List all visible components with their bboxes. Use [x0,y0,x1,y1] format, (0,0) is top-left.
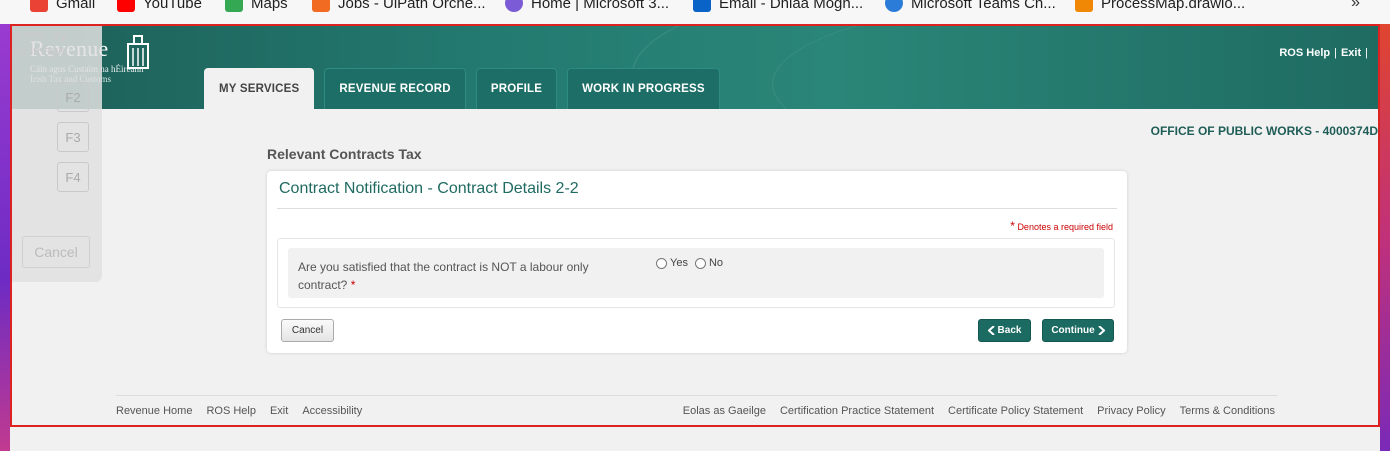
footer-cps-link[interactable]: Certification Practice Statement [780,405,934,417]
header-decoration-2 [772,24,1378,109]
yes-label[interactable]: Yes [670,257,688,269]
contract-details-panel: Contract Notification - Contract Details… [267,171,1127,353]
tab-profile[interactable]: PROFILE [475,68,558,109]
question-text: Are you satisfied that the contract is N… [298,260,589,292]
tab-work-in-progress[interactable]: WORK IN PROGRESS [567,68,720,109]
uipath-icon [312,0,330,12]
chevron-right-icon [1097,326,1105,335]
bookmark-youtube[interactable]: YouTube [117,0,202,12]
question-label: Are you satisfied that the contract is N… [298,258,628,294]
screen-edge-left [0,24,10,451]
f4-key[interactable]: F4 [57,162,89,192]
bookmarks-more-icon[interactable]: » [1351,0,1360,12]
main-tabs: MY SERVICES REVENUE RECORD PROFILE WORK … [204,68,720,124]
panel-title: Contract Notification - Contract Details… [279,180,579,197]
footer-ros-help-link[interactable]: ROS Help [206,405,256,417]
tab-my-services[interactable]: MY SERVICES [204,68,315,124]
footer-links-right: Eolas as Gaeilge Certification Practice … [683,405,1275,417]
continue-button[interactable]: Continue [1042,319,1114,342]
gmail-icon [30,0,48,12]
question-row: Are you satisfied that the contract is N… [288,248,1104,298]
cancel-button[interactable]: Cancel [281,319,334,342]
no-label[interactable]: No [709,257,723,269]
bookmark-microsoft-home[interactable]: Home | Microsoft 3... [505,0,669,12]
tab-revenue-record[interactable]: REVENUE RECORD [324,68,466,109]
header-links: ROS Help | Exit | [1279,47,1368,59]
required-star: * [1010,219,1015,233]
overlay-hint-text: ghted, try he image [12,27,66,59]
yes-radio[interactable] [656,257,667,269]
maps-icon [225,0,243,12]
overlay-hint-line1: ghted, try [12,27,67,42]
exit-link[interactable]: Exit [1341,47,1361,59]
footer-privacy-link[interactable]: Privacy Policy [1097,405,1165,417]
f2-key[interactable]: F2 [57,82,89,112]
yes-no-radio-group: Yes No [656,257,723,269]
bookmark-gmail[interactable]: Gmail [30,0,95,12]
link-separator: | [1365,47,1368,59]
footer-cert-policy-link[interactable]: Certificate Policy Statement [948,405,1083,417]
bookmark-maps[interactable]: Maps [225,0,288,12]
back-button[interactable]: Back [978,319,1031,342]
overlay-cancel-button[interactable]: Cancel [22,236,90,268]
bookmark-processmap[interactable]: ProcessMap.drawio... [1075,0,1245,12]
ros-page-frame: Revenue Cáin agus Custaim na hÉireann Ir… [10,24,1380,427]
screen-edge-right [1380,24,1390,451]
footer-gaeilge-link[interactable]: Eolas as Gaeilge [683,405,766,417]
bookmark-teams[interactable]: Microsoft Teams Ch... [885,0,1056,12]
divider [277,208,1117,209]
f3-key[interactable]: F3 [57,122,89,152]
function-key-overlay: ghted, try he image F2 F3 F4 Cancel [12,24,102,282]
footer-links-left: Revenue Home ROS Help Exit Accessibility [116,405,362,417]
outlook-icon [693,0,711,12]
no-radio[interactable] [694,257,706,269]
bookmark-uipath-jobs[interactable]: Jobs - UiPath Orche... [312,0,486,12]
ros-help-link[interactable]: ROS Help [1279,47,1330,59]
link-separator: | [1334,47,1337,59]
footer-terms-link[interactable]: Terms & Conditions [1180,405,1275,417]
footer-exit-link[interactable]: Exit [270,405,288,417]
page-title: Relevant Contracts Tax [267,146,422,162]
footer-accessibility-link[interactable]: Accessibility [302,405,362,417]
continue-label: Continue [1051,325,1095,336]
question-container: Are you satisfied that the contract is N… [277,238,1115,308]
required-note-text: Denotes a required field [1017,222,1113,232]
footer-divider [116,395,1278,396]
required-star: * [350,278,356,292]
microsoft-365-icon [505,0,523,12]
bookmarks-bar: Gmail YouTube Maps Jobs - UiPath Orche..… [0,0,1390,24]
footer-revenue-home-link[interactable]: Revenue Home [116,405,192,417]
bookmark-email[interactable]: Email - Dhiaa Mogh... [693,0,863,12]
drawio-icon [1075,0,1093,12]
required-field-note: * Denotes a required field [1010,219,1113,233]
teams-icon [885,0,903,12]
agency-name: OFFICE OF PUBLIC WORKS - 4000374D [1150,124,1378,138]
chevron-left-icon [987,326,995,335]
youtube-icon [117,0,135,12]
harp-emblem-icon [127,35,149,69]
overlay-hint-line2: he image [12,43,66,58]
back-label: Back [997,325,1022,336]
